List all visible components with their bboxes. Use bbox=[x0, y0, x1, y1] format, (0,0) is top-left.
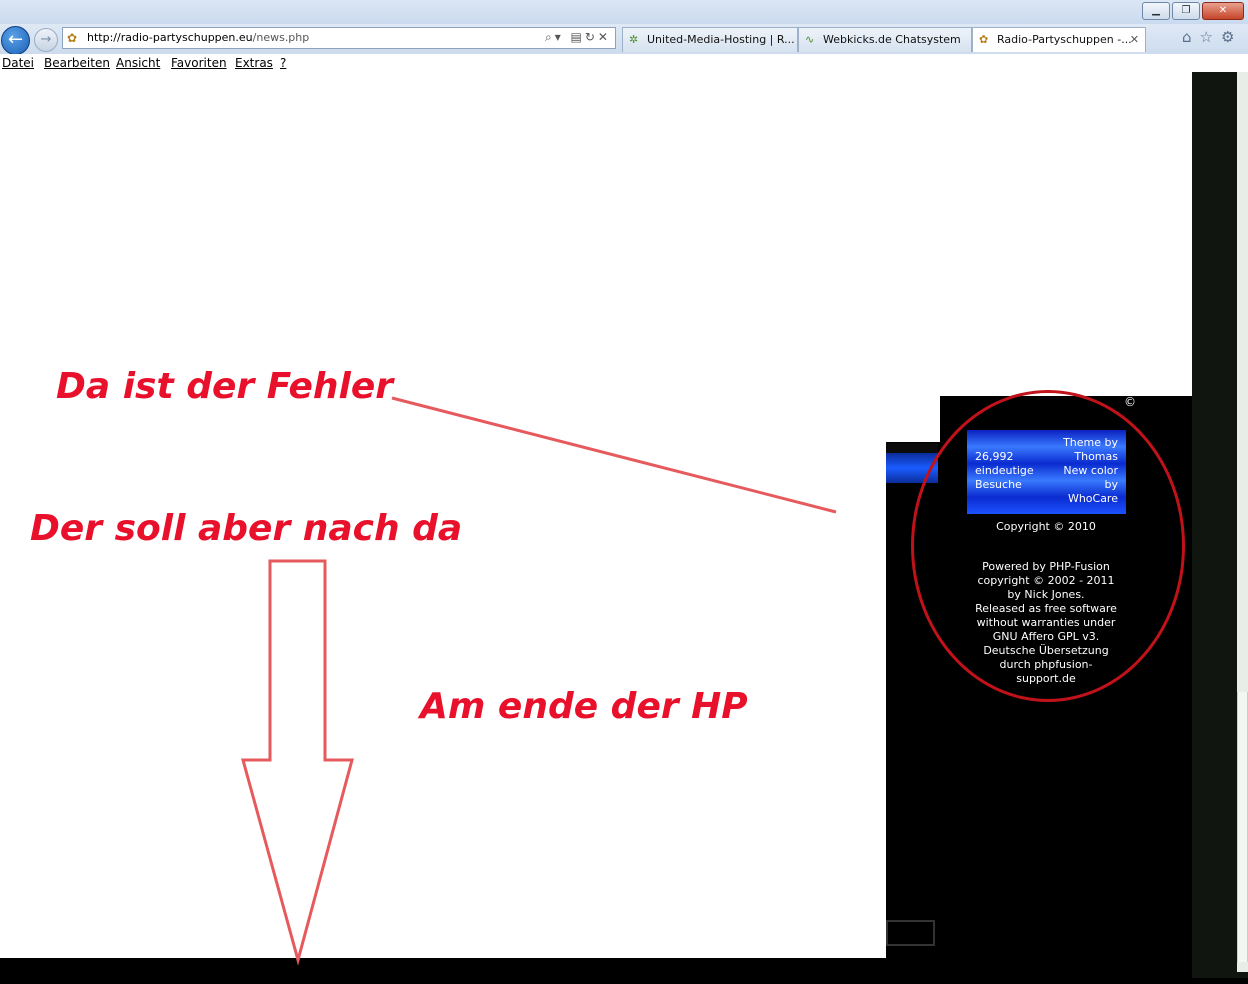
tab-radio-partyschuppen[interactable]: ✿ Radio-Partyschuppen -... ✕ bbox=[972, 27, 1146, 52]
menu-extras[interactable]: Extras bbox=[235, 56, 273, 70]
tab-label: Webkicks.de Chatsystem bbox=[823, 33, 961, 46]
side-dark-band bbox=[886, 443, 938, 453]
side-input-box[interactable] bbox=[886, 920, 935, 946]
address-controls[interactable]: ⌕▾ ▤↻✕ bbox=[545, 30, 611, 45]
tab-favicon-icon: ✿ bbox=[979, 33, 989, 46]
address-bar[interactable]: ✿ http://radio-partyschuppen.eu/news.php… bbox=[62, 27, 616, 49]
site-favicon-icon: ✿ bbox=[67, 31, 78, 45]
address-url: http://radio-partyschuppen.eu/news.php bbox=[87, 31, 310, 44]
annotation-end: Am ende der HP bbox=[420, 686, 748, 727]
favorites-star-icon[interactable]: ☆ bbox=[1200, 28, 1221, 46]
minimize-button[interactable]: ▁ bbox=[1142, 2, 1170, 20]
scrollbar-thumb[interactable] bbox=[1237, 692, 1248, 962]
menu-bearbeiten[interactable]: Bearbeiten bbox=[44, 56, 110, 70]
white-overlay-area bbox=[0, 72, 1192, 396]
close-window-button[interactable]: ✕ bbox=[1202, 2, 1244, 20]
toolbar-icons: ⌂☆⚙ bbox=[1182, 28, 1242, 46]
gear-icon[interactable]: ⚙ bbox=[1221, 28, 1242, 46]
back-button[interactable]: ← bbox=[1, 26, 30, 55]
menu-favoriten[interactable]: Favoriten bbox=[171, 56, 227, 70]
tab-united-media[interactable]: ✲ United-Media-Hosting | R... bbox=[622, 27, 798, 52]
tab-label: Radio-Partyschuppen -... bbox=[997, 33, 1132, 46]
forward-button[interactable]: → bbox=[34, 28, 58, 52]
copyright-symbol: © bbox=[1124, 395, 1136, 409]
tab-favicon-icon: ✲ bbox=[629, 33, 639, 46]
home-icon[interactable]: ⌂ bbox=[1182, 28, 1200, 46]
annotation-target: Der soll aber nach da bbox=[30, 508, 463, 549]
main-white-area bbox=[0, 396, 886, 958]
annotation-ellipse bbox=[911, 390, 1185, 702]
title-bar: ▁ ❐ ✕ bbox=[0, 0, 1248, 26]
restore-button[interactable]: ❐ bbox=[1172, 2, 1200, 20]
menu-bar: Datei Bearbeiten Ansicht Favoriten Extra… bbox=[0, 54, 1248, 72]
tab-label: United-Media-Hosting | R... bbox=[647, 33, 795, 46]
annotation-error: Da ist der Fehler bbox=[56, 366, 394, 407]
tab-favicon-icon: ∿ bbox=[805, 33, 815, 46]
menu-help[interactable]: ? bbox=[280, 56, 286, 70]
tab-webkicks[interactable]: ∿ Webkicks.de Chatsystem bbox=[798, 27, 972, 52]
menu-ansicht[interactable]: Ansicht bbox=[116, 56, 160, 70]
menu-datei[interactable]: Datei bbox=[2, 56, 34, 70]
close-tab-icon[interactable]: ✕ bbox=[1130, 28, 1139, 52]
